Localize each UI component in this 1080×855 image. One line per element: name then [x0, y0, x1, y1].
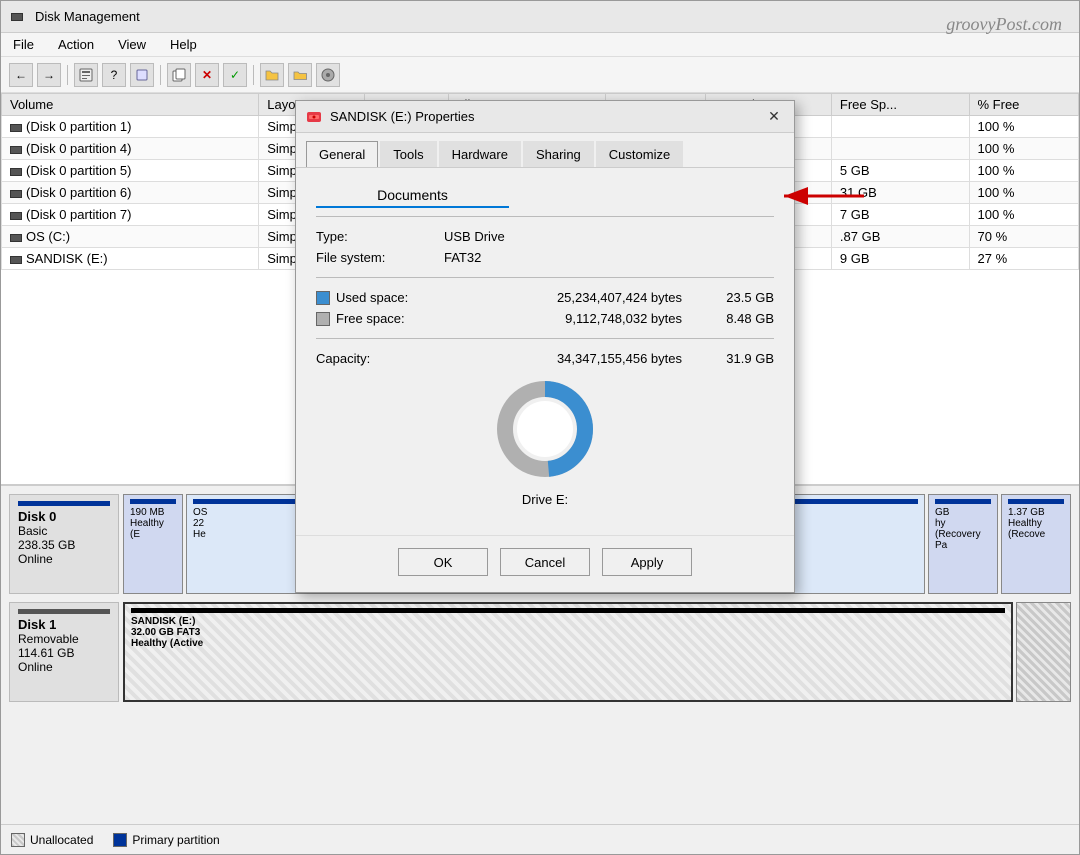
volume-name-row [316, 184, 774, 208]
modal-close-button[interactable]: ✕ [764, 107, 784, 127]
divider [316, 216, 774, 217]
modal-overlay: SANDISK (E:) Properties ✕ General Tools … [0, 0, 1080, 855]
used-space-label: Used space: [336, 290, 408, 305]
modal-footer: OK Cancel Apply [296, 535, 794, 592]
modal-title-left: SANDISK (E:) Properties [306, 109, 475, 125]
donut-chart [490, 374, 600, 484]
tab-hardware[interactable]: Hardware [439, 141, 521, 167]
type-value: USB Drive [444, 229, 774, 244]
capacity-grid: Capacity: 34,347,155,456 bytes 31.9 GB [316, 351, 774, 366]
sandisk-icon [306, 109, 322, 125]
free-space-label: Free space: [336, 311, 405, 326]
used-space-gb: 23.5 GB [694, 290, 774, 305]
free-space-label-cell: Free space: [316, 311, 470, 326]
capacity-label: Capacity: [316, 351, 470, 366]
modal-title-text: SANDISK (E:) Properties [330, 109, 475, 124]
modal-tabs: General Tools Hardware Sharing Customize [296, 133, 794, 168]
donut-chart-wrapper: Drive E: [316, 374, 774, 507]
free-space-bytes: 9,112,748,032 bytes [482, 311, 682, 326]
tab-general[interactable]: General [306, 141, 378, 167]
capacity-gb: 31.9 GB [694, 351, 774, 366]
space-grid: Used space: 25,234,407,424 bytes 23.5 GB… [316, 290, 774, 326]
fs-value: FAT32 [444, 250, 774, 265]
modal-body: Type: USB Drive File system: FAT32 Used … [296, 168, 794, 535]
tab-customize[interactable]: Customize [596, 141, 683, 167]
divider-3 [316, 338, 774, 339]
volume-name-input[interactable] [316, 184, 509, 208]
cancel-button[interactable]: Cancel [500, 548, 590, 576]
free-color-box [316, 312, 330, 326]
free-space-gb: 8.48 GB [694, 311, 774, 326]
used-color-box [316, 291, 330, 305]
drive-label: Drive E: [522, 492, 568, 507]
used-space-label-cell: Used space: [316, 290, 470, 305]
properties-dialog: SANDISK (E:) Properties ✕ General Tools … [295, 100, 795, 593]
type-label: Type: [316, 229, 436, 244]
volume-name-wrapper [316, 184, 774, 208]
apply-button[interactable]: Apply [602, 548, 692, 576]
red-arrow-icon [779, 181, 869, 211]
tab-tools[interactable]: Tools [380, 141, 436, 167]
fs-label: File system: [316, 250, 436, 265]
capacity-bytes: 34,347,155,456 bytes [482, 351, 682, 366]
modal-title-bar: SANDISK (E:) Properties ✕ [296, 101, 794, 133]
tab-sharing[interactable]: Sharing [523, 141, 594, 167]
divider-2 [316, 277, 774, 278]
watermark: groovyPost.com [946, 14, 1062, 35]
info-grid: Type: USB Drive File system: FAT32 [316, 229, 774, 265]
ok-button[interactable]: OK [398, 548, 488, 576]
used-space-bytes: 25,234,407,424 bytes [482, 290, 682, 305]
